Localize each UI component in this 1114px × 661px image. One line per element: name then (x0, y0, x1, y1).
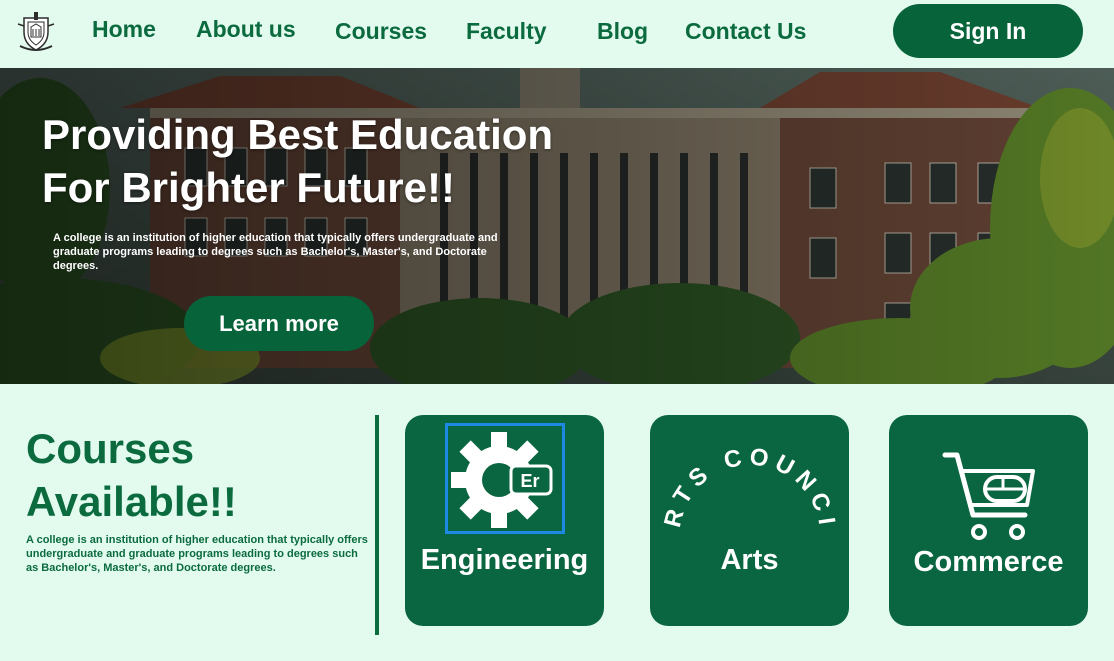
shopping-cart-icon (942, 452, 1035, 540)
courses-heading: Courses Available!! (26, 422, 356, 528)
nav-home-link[interactable]: Home (92, 16, 156, 43)
engineering-badge-text: Er (520, 471, 539, 491)
svg-text:ARTS COUNCIL: ARTS COUNCIL (660, 423, 840, 532)
courses-heading-line1: Courses (26, 425, 195, 472)
nav-about-link[interactable]: About us (196, 16, 296, 43)
hero-headline: Providing Best Education For Brighter Fu… (42, 108, 682, 214)
learn-more-button[interactable]: Learn more (184, 296, 374, 351)
course-label-commerce: Commerce (913, 546, 1064, 578)
college-crest-logo[interactable] (14, 10, 58, 54)
nav-contact-link[interactable]: Contact Us (685, 18, 806, 45)
course-label-engineering: Engineering (420, 544, 589, 576)
section-divider (375, 415, 379, 635)
navbar: Home About us Courses Faculty Blog Conta… (0, 0, 1114, 68)
course-label-arts: Arts (720, 544, 779, 576)
courses-heading-line2: Available!! (26, 478, 237, 525)
hero-description: A college is an institution of higher ed… (53, 232, 498, 272)
courses-description: A college is an institution of higher ed… (26, 534, 368, 574)
course-card-arts[interactable]: ARTS COUNCIL Arts (650, 415, 849, 626)
gear-wrench-icon: Er (445, 423, 565, 534)
nav-blog-link[interactable]: Blog (597, 18, 648, 45)
hero-headline-line2: For Brighter Future!! (42, 164, 455, 211)
arts-arc-text: ARTS COUNCIL (660, 423, 835, 532)
hero-headline-line1: Providing Best Education (42, 111, 554, 158)
hero-banner: Providing Best Education For Brighter Fu… (0, 68, 1114, 384)
course-card-engineering[interactable]: Er Engineering (405, 415, 604, 626)
nav-courses-link[interactable]: Courses (335, 18, 427, 45)
arts-council-icon: ARTS COUNCIL (660, 423, 840, 532)
sign-in-button[interactable]: Sign In (893, 4, 1083, 58)
course-card-commerce[interactable]: Commerce (889, 415, 1088, 626)
nav-faculty-link[interactable]: Faculty (466, 18, 547, 45)
